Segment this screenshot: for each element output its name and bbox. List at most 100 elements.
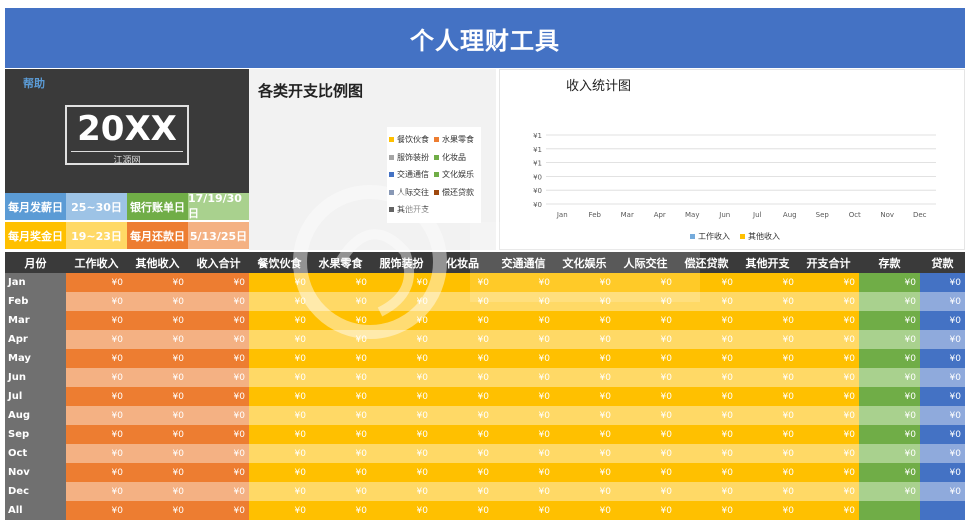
value-cell[interactable]: ¥0 [737, 501, 798, 520]
value-cell[interactable]: ¥0 [920, 330, 965, 349]
value-cell[interactable]: ¥0 [127, 425, 188, 444]
value-cell[interactable]: ¥0 [66, 292, 127, 311]
value-cell[interactable]: ¥0 [310, 425, 371, 444]
column-header[interactable]: 餐饮伙食 [249, 252, 310, 273]
column-header[interactable]: 水果零食 [310, 252, 371, 273]
value-cell[interactable]: ¥0 [127, 330, 188, 349]
value-cell[interactable]: ¥0 [493, 463, 554, 482]
value-cell[interactable]: ¥0 [676, 387, 737, 406]
column-header[interactable]: 工作收入 [66, 252, 127, 273]
value-cell[interactable]: ¥0 [859, 273, 920, 292]
value-cell[interactable]: ¥0 [798, 349, 859, 368]
value-cell[interactable]: ¥0 [310, 463, 371, 482]
value-cell[interactable]: ¥0 [249, 501, 310, 520]
column-header[interactable]: 偿还贷款 [676, 252, 737, 273]
value-cell[interactable]: ¥0 [432, 482, 493, 501]
value-cell[interactable]: ¥0 [798, 482, 859, 501]
value-cell[interactable]: ¥0 [676, 330, 737, 349]
value-cell[interactable]: ¥0 [859, 292, 920, 311]
value-cell[interactable]: ¥0 [737, 330, 798, 349]
column-header[interactable]: 存款 [859, 252, 920, 273]
value-cell[interactable]: ¥0 [127, 387, 188, 406]
value-cell[interactable]: ¥0 [432, 273, 493, 292]
column-header[interactable]: 月份 [5, 252, 66, 273]
value-cell[interactable]: ¥0 [432, 330, 493, 349]
value-cell[interactable]: ¥0 [554, 425, 615, 444]
value-cell[interactable]: ¥0 [310, 501, 371, 520]
value-cell[interactable]: ¥0 [371, 368, 432, 387]
value-cell[interactable]: ¥0 [127, 311, 188, 330]
value-cell[interactable]: ¥0 [371, 406, 432, 425]
value-cell[interactable]: ¥0 [737, 463, 798, 482]
value-cell[interactable]: ¥0 [188, 425, 249, 444]
value-cell[interactable]: ¥0 [432, 463, 493, 482]
value-cell[interactable]: ¥0 [615, 311, 676, 330]
value-cell[interactable]: ¥0 [188, 387, 249, 406]
value-cell[interactable]: ¥0 [188, 501, 249, 520]
value-cell[interactable]: ¥0 [249, 482, 310, 501]
value-cell[interactable]: ¥0 [66, 482, 127, 501]
column-header[interactable]: 人际交往 [615, 252, 676, 273]
value-cell[interactable]: ¥0 [615, 425, 676, 444]
value-cell[interactable]: ¥0 [493, 349, 554, 368]
value-cell[interactable]: ¥0 [554, 501, 615, 520]
value-cell[interactable]: ¥0 [859, 482, 920, 501]
value-cell[interactable]: ¥0 [859, 425, 920, 444]
value-cell[interactable]: ¥0 [554, 311, 615, 330]
value-cell[interactable]: ¥0 [920, 406, 965, 425]
value-cell[interactable]: ¥0 [432, 311, 493, 330]
value-cell[interactable]: ¥0 [615, 406, 676, 425]
value-cell[interactable]: ¥0 [432, 425, 493, 444]
value-cell[interactable]: ¥0 [432, 444, 493, 463]
value-cell[interactable]: ¥0 [493, 311, 554, 330]
column-header[interactable]: 文化娱乐 [554, 252, 615, 273]
value-cell[interactable]: ¥0 [554, 330, 615, 349]
value-cell[interactable]: ¥0 [249, 444, 310, 463]
value-cell[interactable]: ¥0 [493, 425, 554, 444]
column-header[interactable]: 交通通信 [493, 252, 554, 273]
value-cell[interactable]: ¥0 [249, 349, 310, 368]
value-cell[interactable]: ¥0 [920, 444, 965, 463]
value-cell[interactable]: ¥0 [920, 387, 965, 406]
value-cell[interactable]: ¥0 [798, 330, 859, 349]
value-cell[interactable]: ¥0 [493, 292, 554, 311]
value-cell[interactable]: ¥0 [188, 273, 249, 292]
value-cell[interactable]: ¥0 [554, 273, 615, 292]
value-cell[interactable]: ¥0 [188, 406, 249, 425]
value-cell[interactable]: ¥0 [676, 273, 737, 292]
value-cell[interactable]: ¥0 [432, 349, 493, 368]
value-cell[interactable]: ¥0 [249, 406, 310, 425]
value-cell[interactable]: ¥0 [371, 463, 432, 482]
value-cell[interactable]: ¥0 [127, 349, 188, 368]
value-cell[interactable]: ¥0 [798, 292, 859, 311]
value-cell[interactable]: ¥0 [859, 368, 920, 387]
value-cell[interactable]: ¥0 [798, 311, 859, 330]
value-cell[interactable]: ¥0 [188, 292, 249, 311]
value-cell[interactable]: ¥0 [310, 273, 371, 292]
value-cell[interactable]: ¥0 [432, 406, 493, 425]
column-header[interactable]: 化妆品 [432, 252, 493, 273]
value-cell[interactable]: ¥0 [66, 444, 127, 463]
value-cell[interactable]: ¥0 [798, 273, 859, 292]
value-cell[interactable]: ¥0 [676, 349, 737, 368]
value-cell[interactable]: ¥0 [554, 406, 615, 425]
value-cell[interactable]: ¥0 [66, 463, 127, 482]
value-cell[interactable]: ¥0 [66, 406, 127, 425]
value-cell[interactable]: ¥0 [920, 292, 965, 311]
value-cell[interactable]: ¥0 [493, 482, 554, 501]
value-cell[interactable]: ¥0 [249, 330, 310, 349]
value-cell[interactable]: ¥0 [920, 311, 965, 330]
value-cell[interactable]: ¥0 [920, 463, 965, 482]
value-cell[interactable]: ¥0 [859, 444, 920, 463]
value-cell[interactable]: ¥0 [371, 273, 432, 292]
value-cell[interactable]: ¥0 [493, 406, 554, 425]
value-cell[interactable]: ¥0 [249, 273, 310, 292]
value-cell[interactable]: ¥0 [554, 349, 615, 368]
value-cell[interactable]: ¥0 [310, 444, 371, 463]
value-cell[interactable]: ¥0 [493, 368, 554, 387]
value-cell[interactable]: ¥0 [371, 425, 432, 444]
value-cell[interactable]: ¥0 [615, 292, 676, 311]
value-cell[interactable]: ¥0 [798, 501, 859, 520]
column-header[interactable]: 贷款 [920, 252, 965, 273]
value-cell[interactable] [920, 501, 965, 520]
